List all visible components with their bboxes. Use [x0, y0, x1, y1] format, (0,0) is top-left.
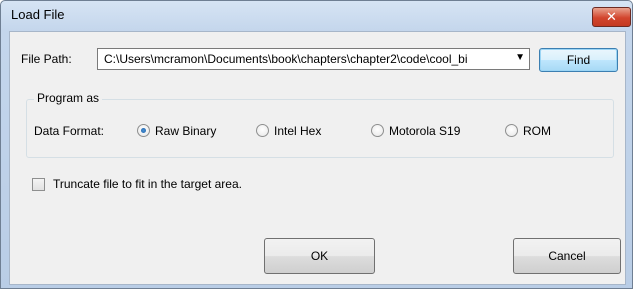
dialog-body: File Path: C:\Users\mcramon\Documents\bo…	[9, 31, 626, 285]
radio-label-motorola-s19[interactable]: Motorola S19	[389, 124, 460, 138]
radio-label-raw-binary[interactable]: Raw Binary	[155, 124, 216, 138]
file-path-combobox[interactable]: C:\Users\mcramon\Documents\book\chapters…	[97, 48, 530, 70]
radio-button[interactable]	[371, 124, 384, 137]
data-format-label: Data Format:	[34, 124, 105, 138]
truncate-checkbox[interactable]	[32, 178, 45, 191]
chevron-down-icon[interactable]: ▼	[515, 52, 525, 63]
close-button[interactable]: ✕	[592, 7, 631, 27]
radio-button[interactable]	[137, 124, 150, 137]
find-button[interactable]: Find	[539, 48, 618, 72]
file-path-value: C:\Users\mcramon\Documents\book\chapters…	[104, 52, 468, 66]
title-bar[interactable]: Load File ✕	[1, 1, 632, 29]
file-path-label: File Path:	[21, 52, 72, 66]
program-as-legend: Program as	[34, 91, 103, 105]
radio-label-rom[interactable]: ROM	[523, 124, 551, 138]
load-file-dialog: Load File ✕ File Path: C:\Users\mcramon\…	[0, 0, 633, 289]
ok-button[interactable]: OK	[264, 238, 375, 274]
radio-label-intel-hex[interactable]: Intel Hex	[274, 124, 321, 138]
cancel-button[interactable]: Cancel	[513, 238, 621, 274]
close-icon: ✕	[606, 9, 617, 24]
dialog-title: Load File	[11, 7, 65, 22]
radio-button[interactable]	[505, 124, 518, 137]
truncate-label[interactable]: Truncate file to fit in the target area.	[53, 177, 242, 191]
radio-button[interactable]	[256, 124, 269, 137]
